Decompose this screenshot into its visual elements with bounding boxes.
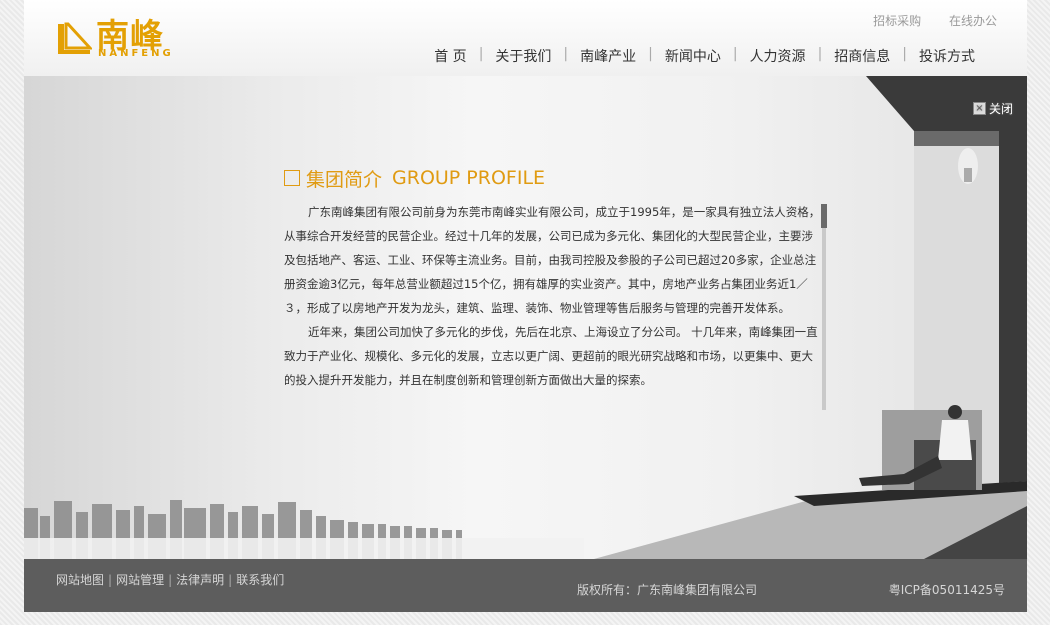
- nav-item-industry[interactable]: 南峰产业: [570, 46, 646, 66]
- close-label: 关闭: [988, 102, 1013, 116]
- footer-links: 网站地图 | 网站管理 | 法律声明 | 联系我们: [56, 571, 284, 588]
- copyright-text: 版权所有：广东南峰集团有限公司: [577, 583, 758, 597]
- person-head: [948, 405, 962, 419]
- nav-item-complaint[interactable]: 投诉方式: [909, 46, 985, 66]
- nav-separator: |: [563, 46, 569, 62]
- top-link-bidding[interactable]: 招标采购: [873, 14, 921, 28]
- top-link-office[interactable]: 在线办公: [949, 14, 997, 28]
- footer-separator: |: [228, 573, 233, 587]
- main-nav: 首 页 | 关于我们 | 南峰产业 | 新闻中心 | 人力资源 | 招商信息 |…: [424, 46, 985, 66]
- section-title-cn: 集团简介: [306, 168, 383, 191]
- lamp-glow: [958, 148, 978, 184]
- title-square-icon: [284, 170, 300, 186]
- logo-text-en: NANFENG: [98, 48, 174, 59]
- nav-separator: |: [478, 46, 484, 62]
- logo[interactable]: 南峰 NANFENG: [56, 16, 186, 62]
- footer-link-sitemap[interactable]: 网站地图: [56, 573, 104, 587]
- section-title-en: GROUP PROFILE: [392, 167, 546, 189]
- skyline-reflection: [24, 538, 584, 559]
- nav-item-news[interactable]: 新闻中心: [655, 46, 731, 66]
- content-scrollbar[interactable]: [821, 204, 827, 410]
- hero-banner: × 关闭 集团简介 GROUP PROFILE 广东南峰集团有限公司前身为东莞市…: [24, 76, 1027, 559]
- scrollbar-thumb[interactable]: [821, 204, 827, 228]
- footer-link-admin[interactable]: 网站管理: [116, 573, 164, 587]
- nav-item-hr[interactable]: 人力资源: [740, 46, 816, 66]
- nav-separator: |: [732, 46, 738, 62]
- person-shirt: [938, 420, 972, 460]
- nav-item-about[interactable]: 关于我们: [485, 46, 561, 66]
- logo-mark-icon: [58, 22, 92, 54]
- footer-link-contact[interactable]: 联系我们: [236, 573, 284, 587]
- nav-item-home[interactable]: 首 页: [424, 46, 476, 66]
- header: 南峰 NANFENG 招标采购 在线办公 首 页 | 关于我们 | 南峰产业 |…: [24, 0, 1027, 76]
- profile-paragraph: 近年来，集团公司加快了多元化的步伐，先后在北京、上海设立了分公司。 十几年来，南…: [284, 325, 818, 387]
- nav-item-investment[interactable]: 招商信息: [824, 46, 900, 66]
- nav-separator: |: [902, 46, 907, 62]
- building-ledge: [914, 131, 999, 146]
- close-icon: ×: [972, 102, 986, 115]
- profile-text: 广东南峰集团有限公司前身为东莞市南峰实业有限公司，成立于1995年，是一家具有独…: [284, 200, 824, 392]
- profile-paragraph: 广东南峰集团有限公司前身为东莞市南峰实业有限公司，成立于1995年，是一家具有独…: [284, 205, 821, 315]
- icp-number[interactable]: 粤ICP备05011425号: [889, 581, 1005, 598]
- nav-separator: |: [817, 46, 823, 62]
- footer-separator: |: [108, 573, 113, 587]
- nav-separator: |: [648, 46, 653, 62]
- footer-link-legal[interactable]: 法律声明: [176, 573, 224, 587]
- page: 南峰 NANFENG 招标采购 在线办公 首 页 | 关于我们 | 南峰产业 |…: [24, 0, 1027, 612]
- footer: 网站地图 | 网站管理 | 法律声明 | 联系我们 版权所有：广东南峰集团有限公司 粤ICP…: [24, 559, 1027, 612]
- profile-content: 集团简介 GROUP PROFILE 广东南峰集团有限公司前身为东莞市南峰实业有…: [284, 164, 824, 392]
- footer-separator: |: [168, 573, 173, 587]
- section-title: 集团简介 GROUP PROFILE: [284, 164, 824, 192]
- top-links: 招标采购 在线办公: [849, 12, 997, 29]
- close-button[interactable]: × 关闭: [972, 100, 1013, 117]
